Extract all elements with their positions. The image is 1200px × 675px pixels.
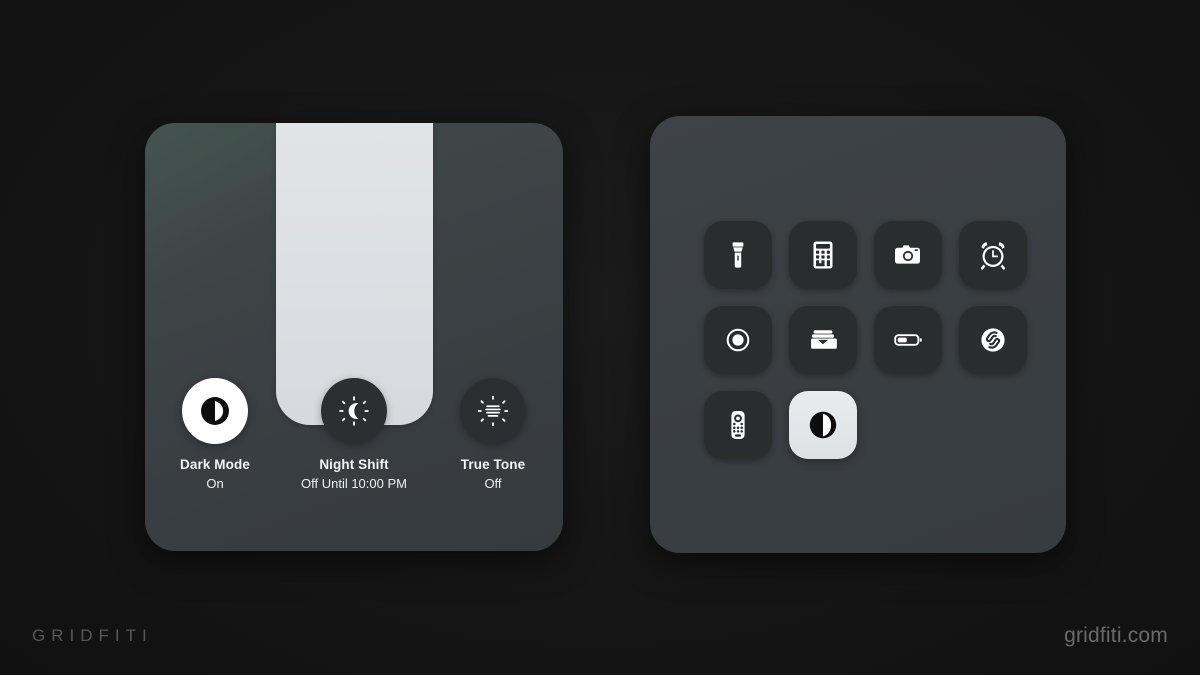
brand-watermark-left: GRIDFITI [32,626,153,645]
grid-cell [780,297,865,382]
app-tile-low-power-mode[interactable] [873,305,942,374]
app-tile-flashlight[interactable] [703,220,772,289]
app-tile-shazam[interactable] [958,305,1027,374]
true-tone-title: True Tone [460,457,526,472]
grid-cell [780,382,865,467]
toggle-true-tone[interactable]: True Tone Off [424,378,563,491]
app-tile-alarm[interactable] [958,220,1027,289]
app-tile-wallet[interactable] [788,305,857,374]
flashlight-icon [721,238,755,272]
true-tone-icon [477,395,509,427]
app-tile-screen-record[interactable] [703,305,772,374]
display-toggle-row: Dark Mode On Night Shift Off Until 10:00… [145,378,563,491]
app-tile-apple-tv-remote[interactable] [703,390,772,459]
grid-cell [780,212,865,297]
screenshot-canvas: Dark Mode On Night Shift Off Until 10:00… [0,0,1200,675]
screen-record-icon [721,323,755,357]
grid-cell [950,382,1035,467]
toggle-night-shift[interactable]: Night Shift Off Until 10:00 PM [285,378,424,491]
brand-watermark-right: gridfiti.com [1064,624,1168,647]
grid-cell [695,212,780,297]
display-brightness-panel: Dark Mode On Night Shift Off Until 10:00… [145,123,563,551]
dark-mode-icon [805,407,841,443]
dark-mode-title: Dark Mode [180,457,250,472]
camera-icon [891,238,925,272]
night-shift-toggle-circle[interactable] [321,378,387,444]
night-shift-state: Off Until 10:00 PM [301,476,407,491]
calculator-icon [806,238,840,272]
night-shift-icon [338,395,370,427]
battery-icon [891,323,925,357]
dark-mode-icon [198,394,232,428]
dark-mode-state: On [206,476,224,491]
grid-cell [950,212,1035,297]
app-tile-empty-slot [959,391,1027,459]
toggle-dark-mode[interactable]: Dark Mode On [146,378,285,491]
app-icon-grid [695,212,1035,467]
wallet-icon [806,323,840,357]
grid-cell [695,297,780,382]
grid-cell [950,297,1035,382]
grid-cell [865,297,950,382]
control-center-shortcuts-panel [650,116,1066,553]
app-tile-empty-slot [874,391,942,459]
dark-mode-toggle-circle[interactable] [182,378,248,444]
app-tile-dark-mode[interactable] [788,390,857,459]
true-tone-state: Off [484,476,502,491]
alarm-clock-icon [976,238,1010,272]
true-tone-toggle-circle[interactable] [460,378,526,444]
shazam-icon [976,323,1010,357]
night-shift-title: Night Shift [319,457,389,472]
grid-cell [865,382,950,467]
app-tile-calculator[interactable] [788,220,857,289]
tv-remote-icon [721,408,755,442]
grid-cell [865,212,950,297]
app-tile-camera[interactable] [873,220,942,289]
grid-cell [695,382,780,467]
